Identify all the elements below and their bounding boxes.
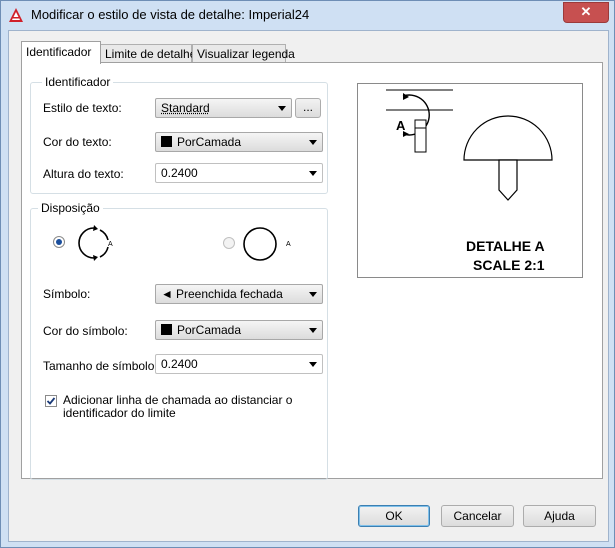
text-color-dropdown[interactable]: PorCamada xyxy=(155,132,323,152)
checkmark-icon xyxy=(46,397,56,405)
radio-dot-icon xyxy=(56,239,62,245)
symbol-text: Preenchida fechada xyxy=(176,287,283,301)
symbol-color-value: PorCamada xyxy=(161,323,241,337)
leader-line-checkbox[interactable] xyxy=(45,395,57,407)
help-button[interactable]: Ajuda xyxy=(523,505,596,527)
leader-line-checkbox-label: Adicionar linha de chamada ao distanciar… xyxy=(63,394,292,420)
symbol-color-text: PorCamada xyxy=(177,323,242,337)
dialog-window: Modificar o estilo de vista de detalhe: … xyxy=(0,0,615,548)
symbol-size-value: 0.2400 xyxy=(161,357,198,371)
chevron-down-icon xyxy=(278,106,286,111)
detail-preview-pane: A DETALHE A SCALE 2:1 xyxy=(357,83,583,278)
ok-button[interactable]: OK xyxy=(358,505,430,527)
color-swatch-icon xyxy=(161,324,172,335)
chevron-down-icon xyxy=(309,292,317,297)
layout-option-1-letter: A xyxy=(108,241,113,248)
close-button[interactable]: ✕ xyxy=(563,2,609,23)
preview-caption-line2: SCALE 2:1 xyxy=(473,257,545,273)
tab-panel-identificador: Identificador Estilo de texto: Standard … xyxy=(21,62,603,480)
symbol-value: ◄ Preenchida fechada xyxy=(161,287,283,301)
symbol-size-label: Tamanho de símbolo: xyxy=(43,359,158,373)
preview-caption-line1: DETALHE A xyxy=(466,238,545,254)
text-height-value: 0.2400 xyxy=(161,166,198,180)
preview-detail-letter: A xyxy=(396,118,406,133)
layout-radio-option-2[interactable] xyxy=(223,237,235,249)
chevron-down-icon xyxy=(309,140,317,145)
symbol-dropdown[interactable]: ◄ Preenchida fechada xyxy=(155,284,323,304)
layout-option-2-letter: A xyxy=(286,241,291,248)
text-style-browse-button[interactable]: ... xyxy=(295,98,321,118)
tab-identificador[interactable]: Identificador xyxy=(21,41,101,64)
closed-circle-icon xyxy=(243,227,277,261)
symbol-size-input[interactable]: 0.2400 xyxy=(155,354,323,374)
symbol-color-dropdown[interactable]: PorCamada xyxy=(155,320,323,340)
layout-group-legend: Disposição xyxy=(38,201,103,215)
text-height-label: Altura do texto: xyxy=(43,167,124,181)
color-swatch-icon xyxy=(161,136,172,147)
symbol-label: Símbolo: xyxy=(43,287,91,301)
layout-radio-option-1[interactable] xyxy=(53,236,65,248)
filled-arrow-icon: ◄ xyxy=(161,287,173,301)
text-style-value: Standard xyxy=(161,101,210,115)
dialog-client-area: Identificador Limite de detalhe Visualiz… xyxy=(8,30,609,542)
autocad-app-icon xyxy=(9,8,23,22)
text-height-input[interactable]: 0.2400 xyxy=(155,163,323,183)
tab-visualizar-legenda[interactable]: Visualizar legenda xyxy=(192,44,295,63)
text-color-text: PorCamada xyxy=(177,135,242,149)
chevron-down-icon xyxy=(309,171,317,176)
identifier-group-legend: Identificador xyxy=(42,75,114,89)
window-title: Modificar o estilo de vista de detalhe: … xyxy=(31,7,310,22)
leader-line-label-line2: identificador do limite xyxy=(63,406,176,420)
text-color-value: PorCamada xyxy=(161,135,241,149)
text-color-label: Cor do texto: xyxy=(43,135,112,149)
tab-limite-de-detalhe[interactable]: Limite de detalhe xyxy=(100,44,196,63)
title-bar[interactable]: Modificar o estilo de vista de detalhe: … xyxy=(1,1,614,29)
symbol-color-label: Cor do símbolo: xyxy=(43,324,128,338)
cancel-button[interactable]: Cancelar xyxy=(441,505,514,527)
text-style-label: Estilo de texto: xyxy=(43,101,122,115)
chevron-down-icon xyxy=(309,362,317,367)
chevron-down-icon xyxy=(309,328,317,333)
text-style-dropdown[interactable]: Standard xyxy=(155,98,292,118)
